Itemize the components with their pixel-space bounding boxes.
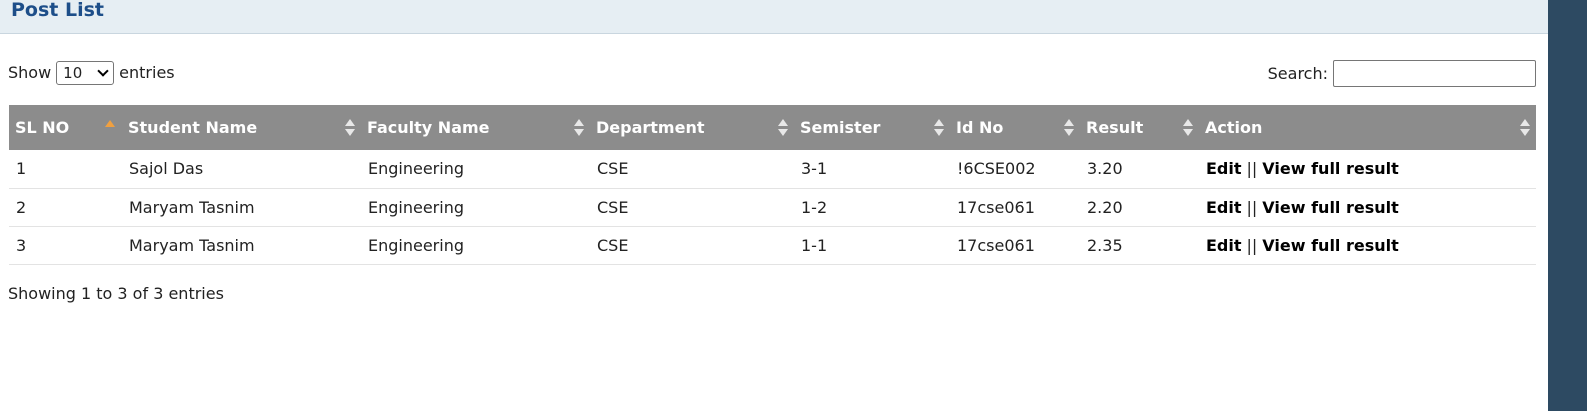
show-label: Show xyxy=(8,63,52,82)
view-full-result-link[interactable]: View full result xyxy=(1262,198,1398,217)
cell-result: 2.20 xyxy=(1080,188,1199,227)
edit-link[interactable]: Edit xyxy=(1206,236,1242,255)
action-separator: || xyxy=(1246,159,1258,179)
sort-ascending-icon xyxy=(105,120,115,127)
sort-both-icon xyxy=(778,118,788,138)
search-control: Search: xyxy=(1268,60,1536,87)
cell-faculty-name: Engineering xyxy=(361,226,590,265)
cell-student-name: Sajol Das xyxy=(122,150,361,189)
cell-action: Edit || View full result xyxy=(1199,226,1536,265)
sort-both-icon xyxy=(1520,118,1530,138)
cell-department: CSE xyxy=(590,150,794,189)
cell-semister: 1-1 xyxy=(794,226,950,265)
cell-id-no: 17cse061 xyxy=(950,226,1080,265)
cell-sl-no: 3 xyxy=(9,226,122,265)
page-header: Post List xyxy=(0,0,1548,34)
column-header-semister[interactable]: Semister xyxy=(794,105,950,150)
cell-faculty-name: Engineering xyxy=(361,188,590,227)
action-separator: || xyxy=(1246,197,1258,217)
cell-student-name: Maryam Tasnim xyxy=(122,226,361,265)
column-header-department[interactable]: Department xyxy=(590,105,794,150)
page: Post List Show 10 entries Search: SL NO … xyxy=(0,0,1587,411)
sort-both-icon xyxy=(574,118,584,138)
column-header-student-name[interactable]: Student Name xyxy=(122,105,361,150)
cell-sl-no: 2 xyxy=(9,188,122,227)
cell-semister: 1-2 xyxy=(794,188,950,227)
page-length-value: 10 xyxy=(63,64,83,82)
column-header-action[interactable]: Action xyxy=(1199,105,1536,150)
table-info: Showing 1 to 3 of 3 entries xyxy=(8,284,224,303)
chevron-down-icon xyxy=(97,65,109,77)
cell-department: CSE xyxy=(590,188,794,227)
cell-result: 2.35 xyxy=(1080,226,1199,265)
view-full-result-link[interactable]: View full result xyxy=(1262,236,1398,255)
cell-student-name: Maryam Tasnim xyxy=(122,188,361,227)
column-header-faculty-name[interactable]: Faculty Name xyxy=(361,105,590,150)
page-length-select[interactable]: 10 xyxy=(56,61,115,85)
view-full-result-link[interactable]: View full result xyxy=(1262,159,1398,178)
table-row: 1 Sajol Das Engineering CSE 3-1 !6CSE002… xyxy=(9,150,1536,189)
action-separator: || xyxy=(1246,235,1258,255)
edit-link[interactable]: Edit xyxy=(1206,159,1242,178)
entries-label: entries xyxy=(119,63,175,82)
cell-id-no: !6CSE002 xyxy=(950,150,1080,189)
page-length-control: Show 10 entries xyxy=(8,61,175,85)
page-title: Post List xyxy=(11,0,104,21)
cell-result: 3.20 xyxy=(1080,150,1199,189)
cell-sl-no: 1 xyxy=(9,150,122,189)
column-header-sl-no[interactable]: SL NO xyxy=(9,105,122,150)
table-row: 2 Maryam Tasnim Engineering CSE 1-2 17cs… xyxy=(9,188,1536,227)
cell-action: Edit || View full result xyxy=(1199,188,1536,227)
sort-both-icon xyxy=(1183,118,1193,138)
cell-id-no: 17cse061 xyxy=(950,188,1080,227)
column-header-result[interactable]: Result xyxy=(1080,105,1199,150)
window-side-bar xyxy=(1548,0,1587,411)
table-header-row: SL NO Student Name Faculty Name Departme… xyxy=(9,105,1536,150)
content-panel: Show 10 entries Search: SL NO Student Na… xyxy=(0,34,1548,411)
column-header-id-no[interactable]: Id No xyxy=(950,105,1080,150)
search-label: Search: xyxy=(1267,64,1328,83)
table-row: 3 Maryam Tasnim Engineering CSE 1-1 17cs… xyxy=(9,226,1536,265)
edit-link[interactable]: Edit xyxy=(1206,198,1242,217)
post-list-table: SL NO Student Name Faculty Name Departme… xyxy=(9,105,1536,265)
sort-both-icon xyxy=(345,118,355,138)
sort-both-icon xyxy=(934,118,944,138)
cell-action: Edit || View full result xyxy=(1199,150,1536,189)
search-input[interactable] xyxy=(1333,60,1536,87)
cell-faculty-name: Engineering xyxy=(361,150,590,189)
cell-department: CSE xyxy=(590,226,794,265)
sort-both-icon xyxy=(1064,118,1074,138)
cell-semister: 3-1 xyxy=(794,150,950,189)
